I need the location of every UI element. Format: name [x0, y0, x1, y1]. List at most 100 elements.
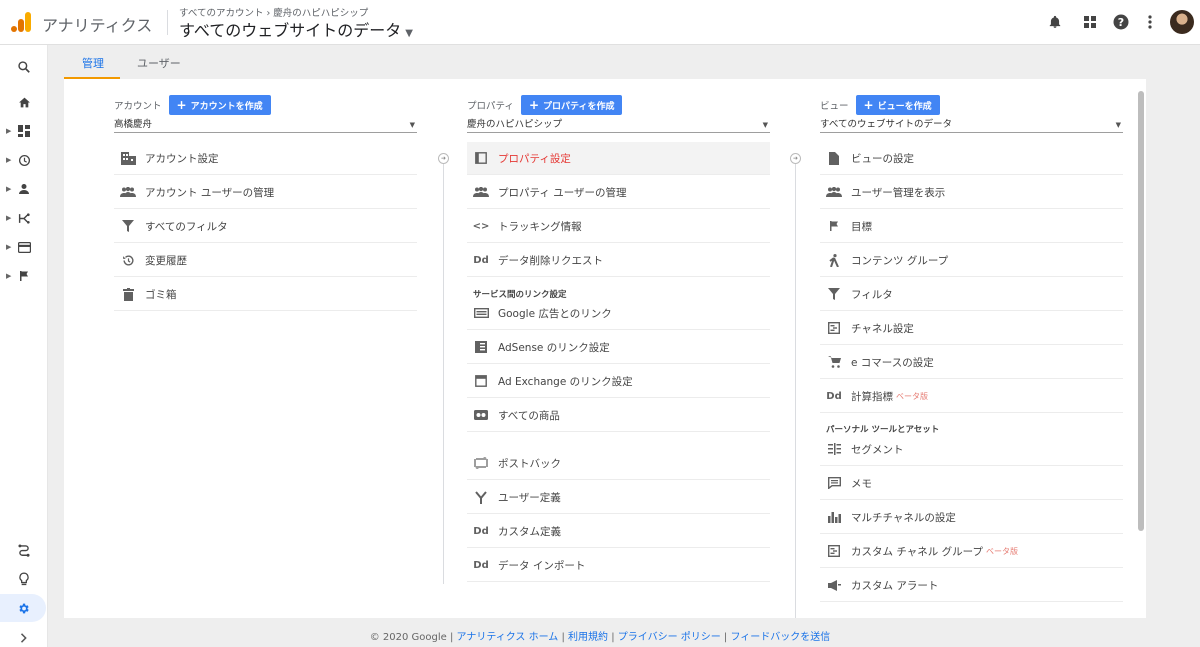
adsense-link-label: AdSense のリンク設定 — [498, 341, 610, 354]
property-settings-item[interactable]: プロパティ設定 — [467, 142, 770, 175]
view-selector[interactable]: すべてのウェブサイトのデータ ▼ — [179, 17, 413, 41]
lightbulb-icon[interactable] — [0, 565, 48, 593]
terms-link[interactable]: 利用規約 — [568, 632, 608, 643]
send-feedback-link[interactable]: フィードバックを送信 — [730, 632, 830, 643]
postback-item[interactable]: ポストバック — [467, 447, 770, 480]
adsense-link-item[interactable]: AdSense のリンク設定 — [467, 331, 770, 364]
analytics-logo-icon[interactable] — [10, 11, 32, 33]
trash-icon — [120, 286, 136, 302]
all-filters-item[interactable]: すべてのフィルタ — [114, 210, 417, 243]
history-icon — [120, 252, 136, 268]
comment-icon — [826, 475, 842, 491]
google-ads-link-label: Google 広告とのリンク — [498, 307, 612, 320]
ecommerce-settings-label: e コマースの設定 — [851, 356, 934, 369]
annotations-item[interactable]: メモ — [820, 467, 1123, 500]
tab-admin[interactable]: 管理 — [82, 55, 104, 71]
search-icon[interactable] — [0, 53, 48, 81]
people-icon — [120, 184, 136, 200]
calculated-metrics-item[interactable]: Dd 計算指標 ベータ版 — [820, 380, 1123, 413]
building-icon — [120, 150, 136, 166]
goals-label: 目標 — [851, 220, 872, 233]
ecommerce-settings-item[interactable]: e コマースの設定 — [820, 346, 1123, 379]
view-filters-item[interactable]: フィルタ — [820, 278, 1123, 311]
bell-icon[interactable] — [1044, 11, 1066, 33]
connector-arrow-icon: ➜ — [438, 153, 449, 164]
admin-gear-icon[interactable] — [0, 594, 46, 622]
analytics-home-link[interactable]: アナリティクス ホーム — [457, 632, 559, 643]
apps-grid-icon[interactable] — [1079, 11, 1101, 33]
help-icon[interactable]: ? — [1110, 11, 1132, 33]
expand-arrow-icon: ▶ — [6, 243, 12, 251]
beta-badge: ベータ版 — [985, 546, 1018, 556]
data-import-item[interactable]: Dd データ インポート — [467, 549, 770, 582]
avatar[interactable] — [1170, 10, 1194, 34]
postback-icon — [473, 455, 489, 471]
people-icon — [826, 184, 842, 200]
realtime-clock-icon[interactable]: ▶ — [0, 146, 48, 174]
left-rail: ▶ ▶ ▶ ▶ ▶ ▶ — [0, 45, 48, 647]
calculated-metrics-label: 計算指標 — [851, 390, 893, 403]
user-definition-item[interactable]: ユーザー定義 — [467, 481, 770, 514]
customization-icon[interactable]: ▶ — [0, 117, 48, 145]
home-icon[interactable] — [0, 88, 48, 116]
attribution-icon[interactable] — [0, 536, 48, 564]
expand-arrow-icon: ▶ — [6, 272, 12, 280]
behavior-icon[interactable]: ▶ — [0, 233, 48, 261]
custom-alerts-item[interactable]: カスタム アラート — [820, 569, 1123, 602]
create-property-button[interactable]: + プロパティを作成 — [520, 95, 623, 115]
create-account-label: アカウントを作成 — [190, 102, 263, 112]
account-property-divider — [443, 154, 444, 584]
view-filters-label: フィルタ — [851, 288, 893, 301]
change-history-item[interactable]: 変更履歴 — [114, 244, 417, 277]
dd-icon: Dd — [473, 525, 489, 537]
hiker-icon — [826, 252, 842, 268]
account-dropdown[interactable]: 高橋慶舟 ▼ — [114, 116, 417, 133]
more-vert-icon[interactable] — [1139, 11, 1161, 33]
account-dropdown-value: 高橋慶舟 — [114, 119, 153, 130]
footer: © 2020 Google | アナリティクス ホーム | 利用規約 | プライ… — [369, 632, 831, 643]
account-settings-item[interactable]: アカウント設定 — [114, 142, 417, 175]
multichannel-settings-item[interactable]: マルチチャネルの設定 — [820, 501, 1123, 534]
google-ads-link-item[interactable]: Google 広告とのリンク — [467, 297, 770, 330]
content-grouping-label: コンテンツ グループ — [851, 254, 949, 267]
view-selector-label: すべてのウェブサイトのデータ — [179, 21, 402, 40]
top-bar: アナリティクス すべてのアカウント › 慶舟のハピハピシップ すべてのウェブサイ… — [0, 0, 1200, 45]
view-user-management-item[interactable]: ユーザー管理を表示 — [820, 176, 1123, 209]
all-products-item[interactable]: すべての商品 — [467, 399, 770, 432]
data-deletion-label: データ削除リクエスト — [498, 254, 603, 267]
tab-users[interactable]: ユーザー — [137, 55, 181, 71]
content-grouping-item[interactable]: コンテンツ グループ — [820, 244, 1123, 277]
property-dropdown[interactable]: 慶舟のハピハピシップ ▼ — [467, 116, 770, 133]
property-settings-label: プロパティ設定 — [498, 152, 571, 165]
adexchange-icon — [473, 373, 489, 389]
custom-alerts-label: カスタム アラート — [851, 579, 939, 592]
property-user-management-label: プロパティ ユーザーの管理 — [498, 186, 627, 199]
segments-item[interactable]: セグメント — [820, 433, 1123, 466]
ad-exchange-link-item[interactable]: Ad Exchange のリンク設定 — [467, 365, 770, 398]
view-settings-item[interactable]: ビューの設定 — [820, 142, 1123, 175]
segment-icon — [826, 441, 842, 457]
channel-settings-item[interactable]: チャネル設定 — [820, 312, 1123, 345]
create-account-button[interactable]: + アカウントを作成 — [168, 95, 271, 115]
custom-definitions-item[interactable]: Dd カスタム定義 — [467, 515, 770, 548]
panel-scrollbar[interactable] — [1138, 91, 1144, 531]
goals-item[interactable]: 目標 — [820, 210, 1123, 243]
change-history-label: 変更履歴 — [145, 254, 187, 267]
account-user-management-item[interactable]: アカウント ユーザーの管理 — [114, 176, 417, 209]
tracking-info-item[interactable]: <> トラッキング情報 — [467, 210, 770, 243]
conversions-flag-icon[interactable]: ▶ — [0, 262, 48, 290]
plus-icon: + — [528, 98, 539, 112]
all-filters-label: すべてのフィルタ — [145, 220, 228, 233]
filter-icon — [120, 218, 136, 234]
data-deletion-item[interactable]: Dd データ削除リクエスト — [467, 244, 770, 277]
view-dropdown[interactable]: すべてのウェブサイトのデータ ▼ — [820, 116, 1123, 133]
property-view-divider — [795, 154, 796, 618]
audience-person-icon[interactable]: ▶ — [0, 175, 48, 203]
plus-icon: + — [176, 98, 187, 112]
property-user-management-item[interactable]: プロパティ ユーザーの管理 — [467, 176, 770, 209]
trash-item[interactable]: ゴミ箱 — [114, 278, 417, 311]
acquisition-icon[interactable]: ▶ — [0, 204, 48, 232]
custom-channel-grouping-item[interactable]: カスタム チャネル グループ ベータ版 — [820, 535, 1123, 568]
create-view-button[interactable]: + ビューを作成 — [855, 95, 940, 115]
privacy-policy-link[interactable]: プライバシー ポリシー — [618, 632, 721, 643]
